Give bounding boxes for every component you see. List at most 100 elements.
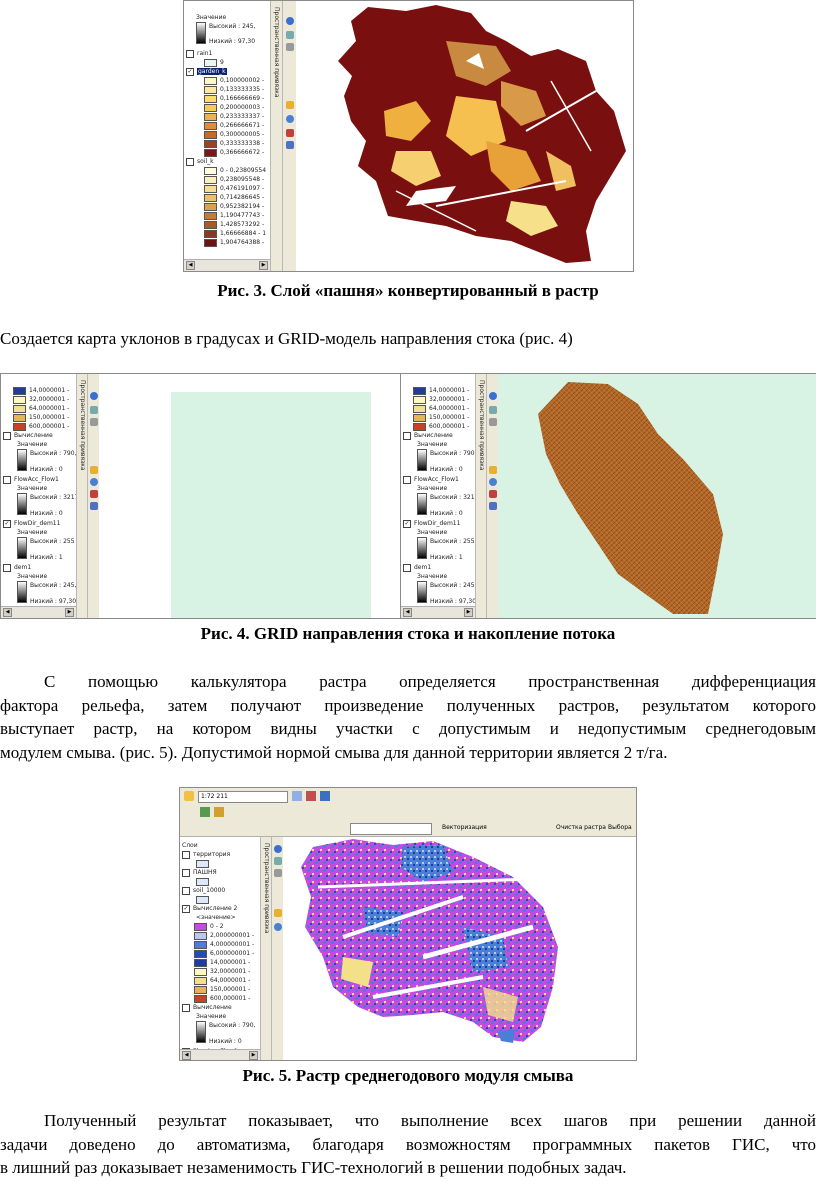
legend-swatch (196, 877, 209, 886)
paint-icon[interactable] (274, 909, 282, 917)
layer-name: soil_k (197, 158, 214, 165)
fig4-left-toc[interactable]: 14,0000001 - 32,0000001 - 64,0000001 - 150,… (1, 374, 77, 606)
rotate-icon[interactable] (90, 478, 98, 486)
layer-row[interactable]: Вычисление (403, 431, 475, 440)
vectorize-menu[interactable]: Векторизация (442, 823, 506, 833)
toc-horizontal-scrollbar[interactable]: ◀ ▶ (180, 1049, 260, 1060)
legend-class: 1,190477743 - (186, 211, 270, 220)
table-icon[interactable] (90, 502, 98, 510)
layer-row[interactable]: soil_10000 (182, 886, 260, 895)
toc-horizontal-scrollbar[interactable]: ◀ ▶ (1, 606, 76, 618)
map-view[interactable] (498, 374, 816, 618)
layer-name: dem1 (414, 564, 432, 571)
table-icon[interactable] (286, 141, 294, 149)
legend-class: 150,000001 - (182, 985, 260, 994)
raster-layer-combobox[interactable] (350, 823, 432, 835)
list-icon[interactable] (489, 418, 497, 426)
scroll-right-icon[interactable]: ▶ (65, 608, 74, 617)
layer-checkbox[interactable] (186, 49, 194, 58)
globe-icon[interactable] (286, 17, 294, 25)
globe-icon[interactable] (489, 392, 497, 400)
layer-checkbox[interactable] (3, 431, 11, 440)
fig5-toc[interactable]: Слои территория ПАШНЯ soil_10000 ✓ Вычисление… (180, 837, 261, 1049)
map-view[interactable] (99, 374, 401, 618)
pencil-icon[interactable] (286, 129, 294, 137)
scroll-right-icon[interactable]: ▶ (249, 1051, 258, 1060)
pencil-icon[interactable] (90, 490, 98, 498)
layer-row[interactable]: территория (182, 850, 260, 859)
layer-row[interactable]: Вычисление (182, 1003, 260, 1012)
fig3-table-of-contents[interactable]: Значение Высокий : 245, Низкий : 97,30 ra… (184, 1, 271, 259)
legend-class: 64,0000001 - (3, 404, 76, 413)
scroll-right-icon[interactable]: ▶ (259, 261, 268, 270)
legend-class-label: 0,714286645 - (220, 194, 265, 201)
scroll-left-icon[interactable]: ◀ (403, 608, 412, 617)
paint-icon[interactable] (286, 101, 294, 109)
toc-horizontal-scrollbar[interactable]: ◀ ▶ (184, 259, 270, 271)
legend-swatch (204, 85, 217, 94)
paint-icon[interactable] (90, 466, 98, 474)
map-view[interactable] (296, 1, 633, 271)
layer-checkbox[interactable] (3, 563, 11, 572)
layer-checkbox[interactable] (182, 868, 190, 877)
toc-horizontal-scrollbar[interactable]: ◀ ▶ (401, 606, 475, 618)
layer-checkbox[interactable] (186, 157, 194, 166)
layer-icon[interactable] (274, 857, 282, 865)
layer-row[interactable]: ✓ FlowDir_dem11 (3, 519, 76, 528)
layer-checkbox[interactable] (182, 1003, 190, 1012)
layer-checkbox-checked[interactable]: ✓ (3, 519, 11, 528)
fig4-right-toc[interactable]: 14,0000001 - 32,0000001 - 64,0000001 - 150,… (401, 374, 476, 606)
layer-icon[interactable] (90, 406, 98, 414)
select-icon[interactable] (200, 807, 210, 817)
layer-row[interactable]: dem1 (3, 563, 76, 572)
layer-row[interactable]: Вычисление (3, 431, 76, 440)
scroll-left-icon[interactable]: ◀ (3, 608, 12, 617)
layer-checkbox[interactable] (403, 475, 411, 484)
legend-class: 0,476191097 - (186, 184, 270, 193)
layer-checkbox[interactable] (182, 886, 190, 895)
rotate-icon[interactable] (489, 478, 497, 486)
list-icon[interactable] (274, 869, 282, 877)
layer-checkbox-checked[interactable]: ✓ (182, 904, 190, 913)
layer-checkbox[interactable] (3, 475, 11, 484)
side-tab-label: Пространственная привязка (263, 843, 270, 934)
layer-row[interactable]: ✓ Вычисление 2 (182, 904, 260, 913)
layer-row[interactable]: FlowAcc_Flow1 (3, 475, 76, 484)
layer-row[interactable]: ПАШНЯ (182, 868, 260, 877)
identify-icon[interactable] (320, 791, 330, 801)
layer-row[interactable]: FlowAcc_Flow1 (403, 475, 475, 484)
add-data-icon[interactable] (184, 791, 194, 801)
layer-icon[interactable] (489, 406, 497, 414)
globe-icon[interactable] (274, 845, 282, 853)
paint-icon[interactable] (489, 466, 497, 474)
layer-checkbox[interactable] (403, 563, 411, 572)
scroll-left-icon[interactable]: ◀ (182, 1051, 191, 1060)
list-icon[interactable] (286, 43, 294, 51)
rotate-icon[interactable] (274, 923, 282, 931)
layer-checkbox[interactable] (182, 850, 190, 859)
legend-swatch (413, 413, 426, 422)
zoom-icon[interactable] (292, 791, 302, 801)
measure-icon[interactable] (214, 807, 224, 817)
table-icon[interactable] (489, 502, 497, 510)
raster-cleanup-menu[interactable]: Очистка растра (556, 823, 606, 833)
layer-checkbox-checked[interactable]: ✓ (403, 519, 411, 528)
layer-checkbox-checked[interactable]: ✓ (186, 67, 194, 76)
layer-checkbox[interactable] (403, 431, 411, 440)
scroll-left-icon[interactable]: ◀ (186, 261, 195, 270)
pencil-icon[interactable] (489, 490, 497, 498)
scale-combobox[interactable]: 1:72 211 (198, 791, 288, 803)
legend-swatch (194, 931, 207, 940)
editor-icon[interactable] (306, 791, 316, 801)
layer-row[interactable]: ✓ FlowDir_dem11 (403, 519, 475, 528)
list-icon[interactable] (90, 418, 98, 426)
scroll-right-icon[interactable]: ▶ (464, 608, 473, 617)
map-view[interactable] (283, 837, 636, 1060)
globe-icon[interactable] (90, 392, 98, 400)
layer-icon[interactable] (286, 31, 294, 39)
selection-menu[interactable]: Выбора (608, 823, 636, 833)
layer-row[interactable]: dem1 (403, 563, 475, 572)
rotate-icon[interactable] (286, 115, 294, 123)
layer-name-selected[interactable]: garden_k (197, 68, 227, 75)
gradient-ramp (417, 449, 427, 471)
